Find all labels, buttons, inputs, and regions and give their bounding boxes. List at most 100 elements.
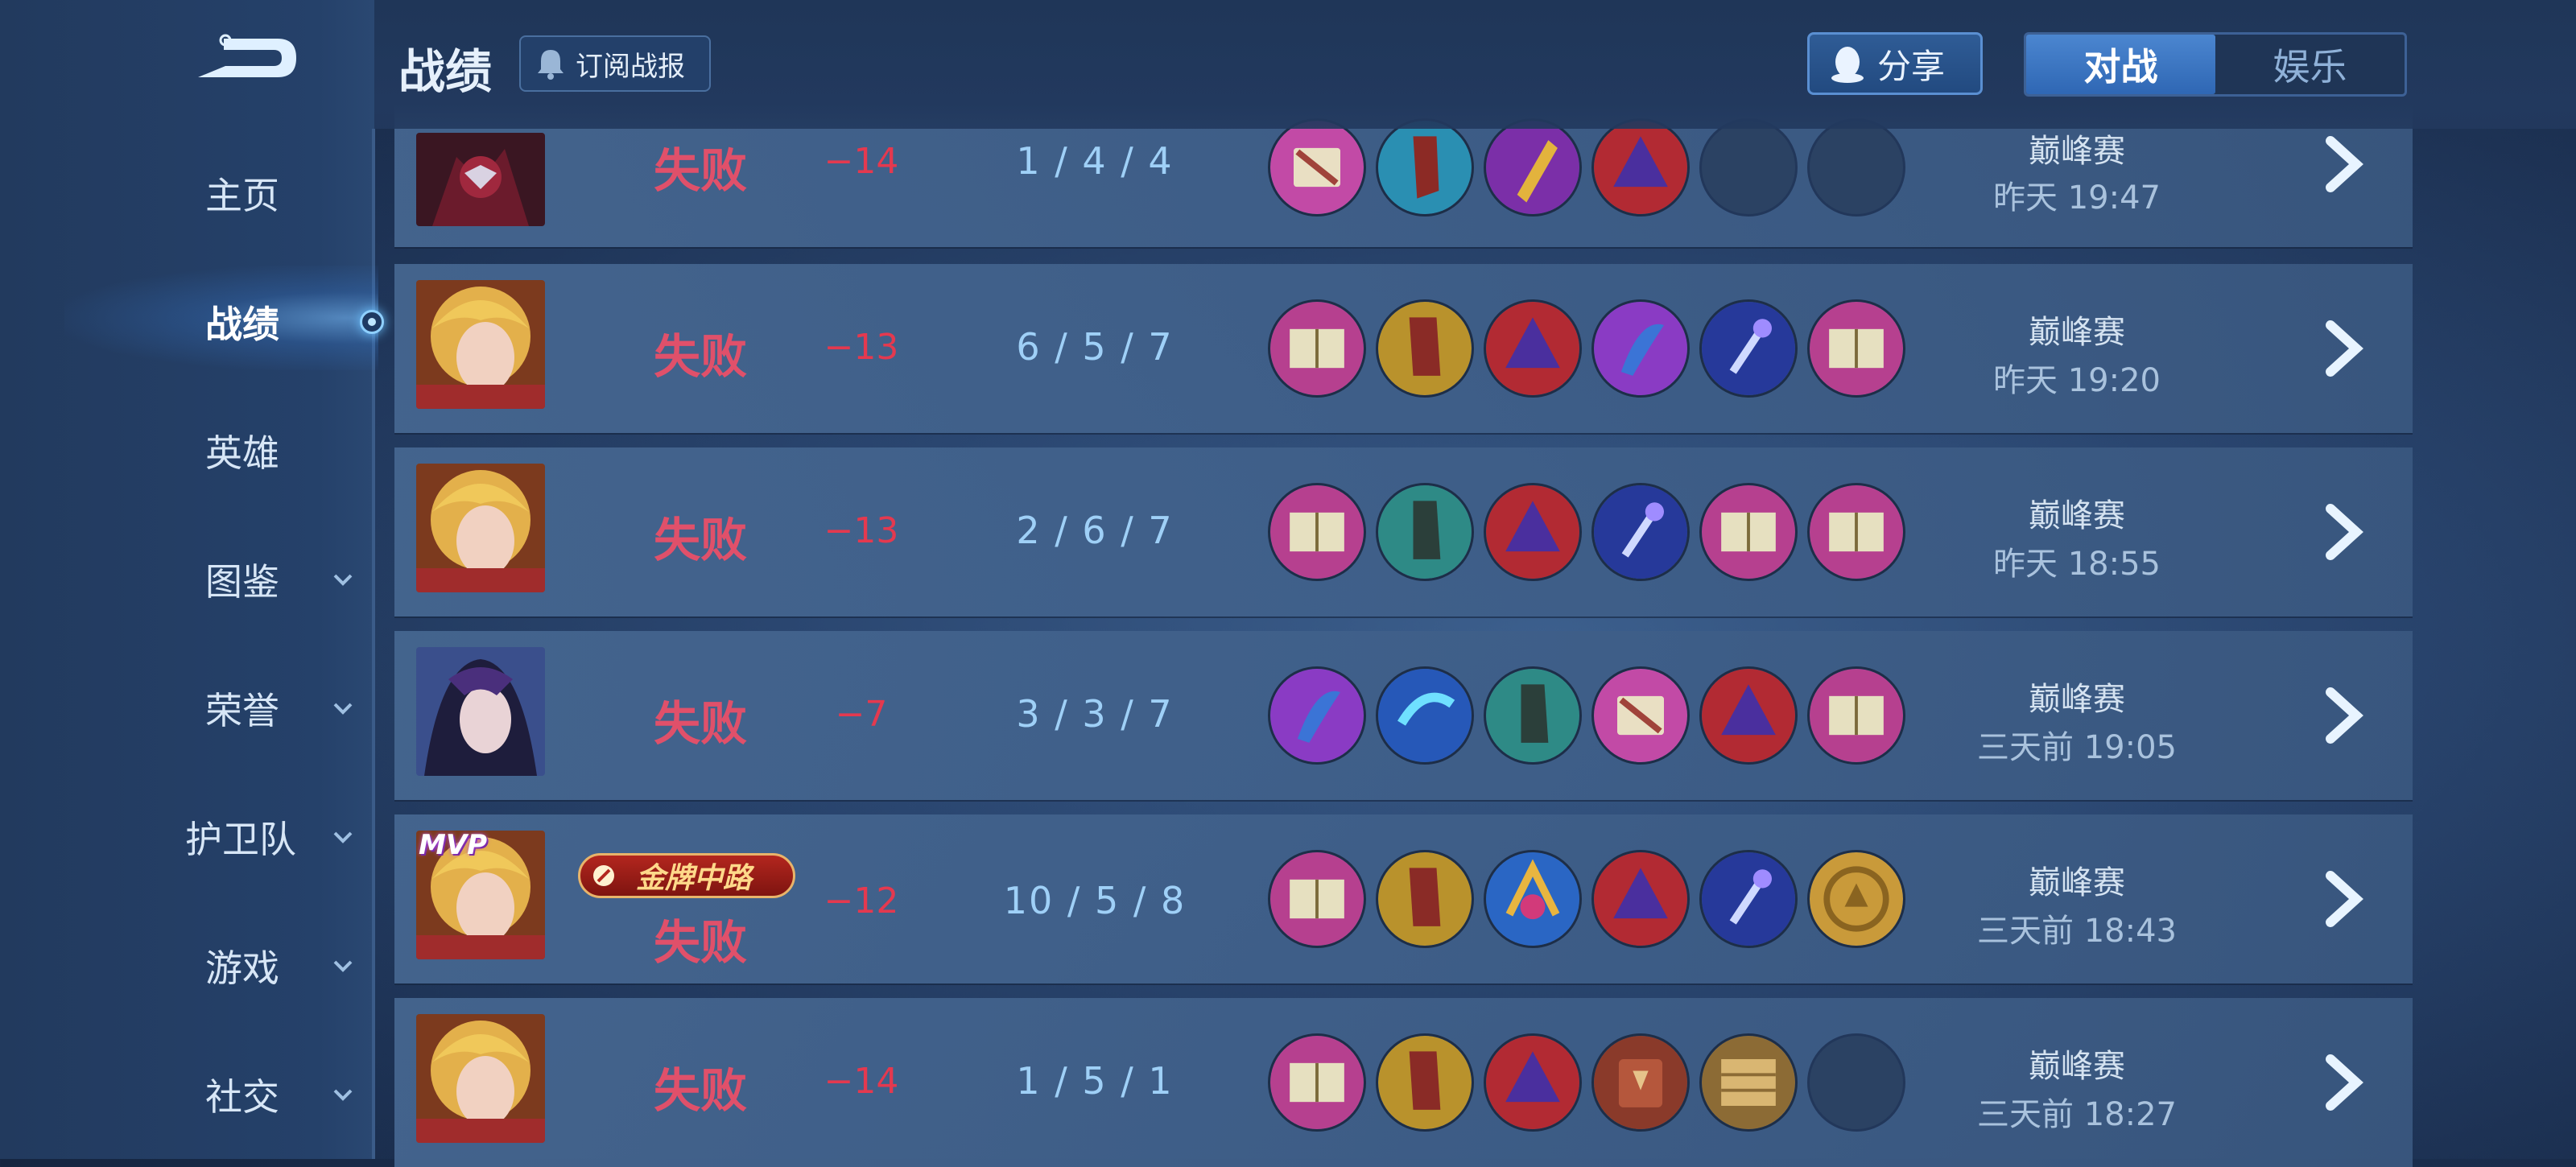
rank-score-change: −7 <box>835 694 888 735</box>
sidebar-item-label: 荣誉 <box>205 689 279 732</box>
share-button[interactable]: 分享 <box>1807 32 1983 95</box>
hero-avatar <box>416 1014 545 1143</box>
rank-score-change: −13 <box>824 327 899 368</box>
item-icon <box>1484 666 1582 765</box>
subscribe-report-label: 订阅战报 <box>576 50 685 83</box>
item-icon <box>1699 483 1798 581</box>
match-row[interactable]: 失败 −14 1 / 5 / 1 巅峰赛 三天前 18:27 <box>394 998 2413 1167</box>
sidebar-item-label: 社交 <box>205 1075 279 1119</box>
subscribe-report-button[interactable]: 订阅战报 <box>519 35 711 92</box>
item-icon <box>1591 118 1690 216</box>
match-row[interactable]: 失败 −13 6 / 5 / 7 巅峰赛 昨天 19:20 <box>394 264 2413 433</box>
item-icon <box>1591 666 1690 765</box>
item-icon <box>1376 1033 1474 1132</box>
game-mode: 巅峰赛 <box>2029 1048 2125 1085</box>
chevron-right-icon[interactable] <box>2314 502 2371 562</box>
tab-battle[interactable]: 对战 <box>2026 35 2215 94</box>
item-icon <box>1376 483 1474 581</box>
item-build <box>1268 118 1915 216</box>
game-mode: 巅峰赛 <box>2029 864 2125 901</box>
item-icon <box>1484 850 1582 948</box>
sidebar-item-label: 主页 <box>205 174 279 217</box>
item-build <box>1268 850 1915 948</box>
sidebar-item-label: 图鉴 <box>205 560 279 604</box>
match-time: 昨天 19:47 <box>1993 179 2161 216</box>
match-result: 失败 <box>653 143 747 198</box>
kda-stats: 6 / 5 / 7 <box>1016 325 1174 369</box>
sidebar-item-guards[interactable]: 护卫队 <box>0 781 374 893</box>
page-title: 战绩 <box>398 44 493 99</box>
kda-stats: 3 / 3 / 7 <box>1016 692 1174 736</box>
item-icon <box>1807 666 1905 765</box>
hero-avatar <box>416 280 545 409</box>
chevron-right-icon[interactable] <box>2314 1053 2371 1112</box>
sidebar-item-home[interactable]: 主页 <box>0 137 374 249</box>
item-build <box>1268 483 1915 581</box>
game-mode: 巅峰赛 <box>2029 133 2125 170</box>
mvp-label: MVP <box>419 829 488 861</box>
item-icon <box>1268 850 1366 948</box>
match-time: 三天前 18:27 <box>1977 1096 2177 1133</box>
match-time: 昨天 18:55 <box>1993 546 2161 583</box>
item-icon <box>1268 483 1366 581</box>
match-result: 失败 <box>653 513 747 567</box>
item-icon <box>1807 483 1905 581</box>
chevron-right-icon[interactable] <box>2314 134 2371 194</box>
kda-stats: 2 / 6 / 7 <box>1016 509 1174 552</box>
sword-icon <box>593 865 614 886</box>
game-mode: 巅峰赛 <box>2029 681 2125 718</box>
tab-entertainment[interactable]: 娱乐 <box>2215 35 2405 94</box>
match-row[interactable]: MVP 金牌中路 失败 −12 10 / 5 / 8 巅峰赛 三天前 18:43 <box>394 814 2413 983</box>
sidebar-item-records[interactable]: 战绩 <box>0 266 374 378</box>
item-icon <box>1591 483 1690 581</box>
item-icon <box>1699 850 1798 948</box>
mode-tabs: 对战 娱乐 <box>2024 32 2407 97</box>
item-icon <box>1376 666 1474 765</box>
sidebar-item-social[interactable]: 社交 <box>0 1038 374 1151</box>
sidebar-item-label: 英雄 <box>205 431 279 475</box>
qq-penguin-icon <box>1831 47 1864 83</box>
chevron-right-icon[interactable] <box>2314 319 2371 378</box>
rank-score-change: −12 <box>824 880 899 922</box>
item-build <box>1268 1033 1915 1132</box>
item-icon <box>1591 850 1690 948</box>
item-icon <box>1591 1033 1690 1132</box>
kda-stats: 1 / 5 / 1 <box>1016 1059 1174 1103</box>
chevron-right-icon[interactable] <box>2314 869 2371 929</box>
chevron-down-icon <box>333 1089 353 1101</box>
item-icon <box>1268 1033 1366 1132</box>
item-icon <box>1484 483 1582 581</box>
match-result: 失败 <box>653 329 747 384</box>
game-mode: 巅峰赛 <box>2029 314 2125 351</box>
chevron-down-icon <box>333 703 353 715</box>
item-icon <box>1484 299 1582 398</box>
sidebar-item-label: 护卫队 <box>185 818 296 861</box>
sidebar: 主页 战绩 英雄 图鉴 荣誉 护卫队 游戏 社交 <box>0 0 384 1159</box>
sidebar-item-heroes[interactable]: 英雄 <box>0 394 374 507</box>
match-result: 失败 <box>653 696 747 751</box>
item-build <box>1268 666 1915 765</box>
chevron-down-icon <box>333 960 353 972</box>
game-mode: 巅峰赛 <box>2029 497 2125 534</box>
sidebar-item-label: 游戏 <box>205 946 279 990</box>
chevron-down-icon <box>333 831 353 843</box>
match-time: 三天前 18:43 <box>1977 913 2177 950</box>
sidebar-item-label: 战绩 <box>205 303 279 346</box>
sidebar-item-codex[interactable]: 图鉴 <box>0 523 374 636</box>
item-icon <box>1484 118 1582 216</box>
chevron-right-icon[interactable] <box>2314 686 2371 745</box>
item-build <box>1268 299 1915 398</box>
item-icon <box>1376 850 1474 948</box>
item-icon <box>1268 666 1366 765</box>
badge-label: 金牌中路 <box>635 862 752 895</box>
hero-avatar <box>416 464 545 592</box>
match-row[interactable]: 失败 −7 3 / 3 / 7 巅峰赛 三天前 19:05 <box>394 631 2413 800</box>
back-arrow-icon[interactable] <box>193 31 298 89</box>
item-icon <box>1807 299 1905 398</box>
item-icon <box>1268 299 1366 398</box>
rank-score-change: −14 <box>824 141 899 182</box>
item-icon <box>1591 299 1690 398</box>
match-row[interactable]: 失败 −13 2 / 6 / 7 巅峰赛 昨天 18:55 <box>394 447 2413 616</box>
sidebar-item-games[interactable]: 游戏 <box>0 909 374 1022</box>
sidebar-item-honor[interactable]: 荣誉 <box>0 652 374 765</box>
